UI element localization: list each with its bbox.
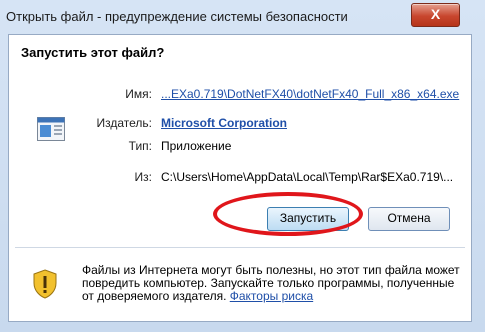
close-button[interactable]: X [411,3,460,27]
publisher-label: Издатель: [96,116,153,130]
shield-warning-icon [33,269,57,299]
risk-factors-link[interactable]: Факторы риска [230,289,313,303]
type-value: Приложение [161,139,232,153]
window-title: Открыть файл - предупреждение системы бе… [6,9,348,24]
separator [15,247,465,248]
title-bar[interactable]: Открыть файл - предупреждение системы бе… [0,0,485,34]
close-icon: X [430,6,441,22]
highlight-circle [213,192,363,236]
from-label: Из: [134,170,152,184]
dialog-heading: Запустить этот файл? [21,45,165,60]
cancel-button[interactable]: Отмена [368,207,450,231]
publisher-link[interactable]: Microsoft Corporation [161,116,287,130]
from-value: C:\Users\Home\AppData\Local\Temp\Rar$EXa… [161,170,454,184]
name-label: Имя: [125,87,152,101]
file-name-link[interactable]: ...EXa0.719\DotNetFX40\dotNetFx40_Full_x… [161,87,459,101]
security-warning-window: Открыть файл - предупреждение системы бе… [0,0,485,332]
warning-text: Файлы из Интернета могут быть полезны, н… [82,264,462,303]
type-label: Тип: [128,139,152,153]
